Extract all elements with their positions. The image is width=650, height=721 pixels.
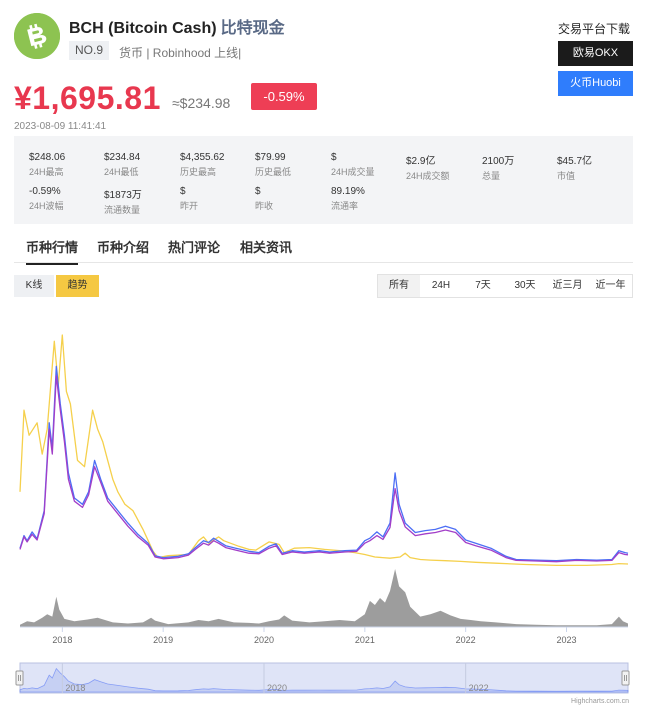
tab-divider	[14, 262, 633, 263]
price-cny: ¥1,695.81	[14, 80, 161, 116]
stat-label: 总量	[482, 171, 501, 181]
trend-mode-button[interactable]: 趋势	[56, 275, 99, 297]
stat-value: $	[331, 152, 337, 163]
tab-market[interactable]: 币种行情	[26, 237, 79, 265]
stat-value: $2.9亿	[406, 156, 436, 167]
x-tick-label: 2018	[52, 635, 72, 645]
tab-intro[interactable]: 币种介绍	[97, 237, 149, 263]
okx-download-button[interactable]: 欧易OKX	[558, 41, 633, 66]
range-30d-button[interactable]: 30天	[504, 275, 546, 297]
stat-24h-low: $234.84 24H最低	[104, 152, 180, 178]
rank-badge: NO.9	[69, 41, 109, 60]
range-1y-button[interactable]: 近一年	[589, 275, 632, 297]
stat-value: $79.99	[255, 152, 286, 163]
stat-circulating-supply: $1873万 流通数量	[104, 186, 180, 216]
stat-yesterday-close: $ 昨收	[255, 186, 331, 212]
x-tick-label: 2020	[254, 635, 274, 645]
range-7d-button[interactable]: 7天	[462, 275, 504, 297]
stat-label: 24H最高	[29, 167, 64, 177]
stat-value: 89.19%	[331, 186, 365, 197]
stat-label: 历史最低	[255, 167, 292, 177]
stat-label: 24H成交额	[406, 171, 450, 181]
stats-panel: $248.06 24H最高 $234.84 24H最低 $4,355.62 历史最高 …	[14, 136, 633, 224]
x-tick-label: 2019	[153, 635, 173, 645]
stat-circulation-rate: 89.19% 流通率	[331, 186, 407, 212]
coin-cn-name: 比特现金	[220, 20, 285, 37]
volume-layer	[20, 569, 628, 627]
price-usd: ≈$234.98	[172, 95, 231, 111]
navigator-tick-label: 2020	[267, 683, 287, 693]
update-timestamp: 2023-08-09 11:41:41	[14, 121, 107, 132]
stat-label: 历史最高	[180, 167, 217, 177]
navigator-left-handle[interactable]	[15, 670, 24, 686]
stat-value: $1873万	[104, 190, 142, 201]
stat-value: $234.84	[104, 152, 141, 163]
stat-label: 昨开	[180, 201, 199, 211]
stat-all-time-high: $4,355.62 历史最高	[180, 152, 256, 178]
content-tabs: 币种行情 币种介绍 热门评论 相关资讯	[0, 237, 650, 265]
range-all-button[interactable]: 所有	[378, 275, 420, 297]
navigator[interactable]: 2018 2020 2022	[15, 662, 630, 694]
stat-label: 流通率	[331, 201, 359, 211]
price-series-line-1	[19, 365, 629, 562]
x-tick-label: 2021	[355, 635, 375, 645]
stat-24h-high: $248.06 24H最高	[29, 152, 105, 178]
stat-value: -0.59%	[29, 186, 61, 197]
range-24h-button[interactable]: 24H	[420, 275, 462, 297]
navigator-tick-label: 2018	[65, 683, 85, 693]
coin-tags: 货币 | Robinhood 上线|	[119, 46, 242, 60]
kline-mode-button[interactable]: K线	[14, 275, 54, 297]
series-layer	[19, 334, 629, 567]
coin-symbol-name: BCH (Bitcoin Cash)	[69, 20, 217, 37]
stat-label: 流通数量	[104, 205, 141, 215]
stat-24h-turnover: $2.9亿 24H成交额	[406, 152, 482, 182]
navigator-tick-label: 2022	[469, 683, 489, 693]
stat-value: $45.7亿	[557, 156, 593, 167]
range-selector: 所有 24H 7天 30天 近三月 近一年	[377, 274, 633, 298]
exchange-download-title: 交易平台下载	[557, 22, 630, 36]
navigator-right-handle[interactable]	[621, 670, 630, 686]
stat-label: 24H最低	[104, 167, 139, 177]
stat-value: 2100万	[482, 156, 515, 167]
tab-comments[interactable]: 热门评论	[168, 237, 220, 263]
stat-market-cap: $45.7亿 市值	[557, 152, 633, 182]
stat-24h-amplitude: -0.59% 24H波幅	[29, 186, 105, 212]
stat-value: $4,355.62	[180, 152, 225, 163]
x-axis-ticks: 2018 2019 2020 2021 2022 2023	[52, 627, 577, 645]
stat-value: $	[255, 186, 261, 197]
stat-value: $248.06	[29, 152, 66, 163]
stat-label: 24H成交量	[331, 167, 375, 177]
price-series-line-2	[19, 375, 629, 563]
chart-credit[interactable]: Highcharts.com.cn	[571, 698, 629, 705]
stat-label: 昨收	[255, 201, 274, 211]
stat-24h-volume: $24H成交量	[331, 152, 407, 178]
stat-label: 24H波幅	[29, 201, 64, 211]
stat-all-time-low: $79.99 历史最低	[255, 152, 331, 178]
coin-title: BCH (Bitcoin Cash) 比特现金	[69, 14, 285, 38]
stat-yesterday-open: $ 昨开	[180, 186, 256, 212]
volume-area	[20, 569, 628, 627]
stat-label: 市值	[557, 171, 576, 181]
range-3m-button[interactable]: 近三月	[546, 275, 589, 297]
price-series-line-0	[19, 334, 629, 567]
price-change-badge: -0.59%	[251, 83, 317, 110]
x-tick-label: 2023	[556, 635, 576, 645]
huobi-download-button[interactable]: 火币Huobi	[558, 71, 633, 96]
stat-total-supply: 2100万总量	[482, 152, 558, 182]
bitcoin-cash-logo-icon	[14, 13, 60, 59]
stat-value: $	[180, 186, 186, 197]
price-trend-chart[interactable]: 2018 2019 2020 2021 2022 2023 2018 2020 2022 Hi…	[0, 315, 650, 721]
tab-news[interactable]: 相关资讯	[240, 237, 292, 263]
x-tick-label: 2022	[456, 635, 476, 645]
